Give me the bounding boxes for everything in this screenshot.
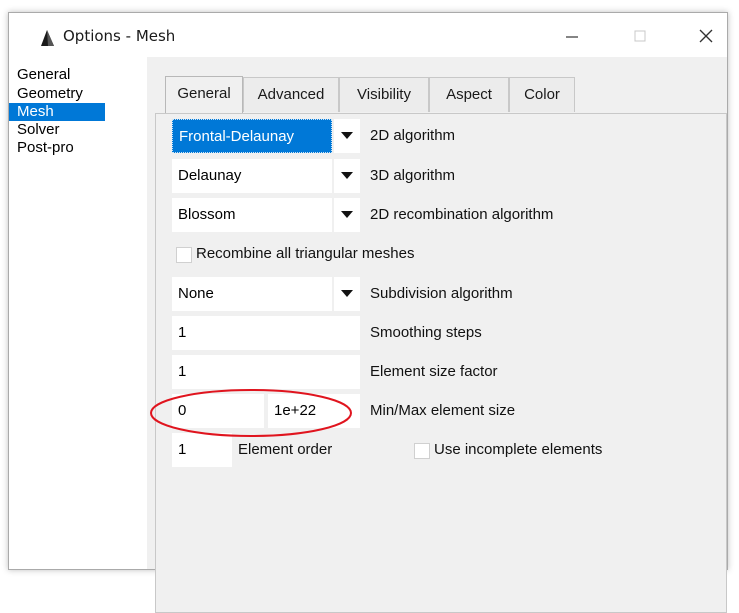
minimize-button[interactable] — [557, 23, 587, 49]
triangle-down-icon — [341, 290, 353, 297]
recombination-select[interactable]: Blossom — [172, 198, 360, 232]
maximize-button[interactable] — [625, 23, 655, 49]
element-order-input[interactable]: 1 — [172, 433, 232, 467]
sidebar-item-geometry[interactable]: Geometry — [9, 85, 105, 103]
algorithm-2d-select[interactable]: Frontal-Delaunay — [172, 119, 360, 153]
element-order-label: Element order — [238, 441, 333, 458]
tab-panel-general: Frontal-Delaunay 2D algorithm Delaunay 3… — [155, 113, 727, 613]
subdivision-select[interactable]: None — [172, 277, 360, 311]
dropdown-arrow[interactable] — [334, 198, 360, 232]
dropdown-arrow[interactable] — [334, 277, 360, 311]
close-icon — [699, 29, 713, 43]
subdivision-value: None — [172, 277, 332, 311]
triangle-down-icon — [341, 132, 353, 139]
triangle-down-icon — [341, 172, 353, 179]
dropdown-arrow[interactable] — [334, 159, 360, 193]
tab-aspect[interactable]: Aspect — [429, 77, 509, 112]
dropdown-arrow[interactable] — [334, 119, 360, 153]
window-content: General Geometry Mesh Solver Post-pro Ge… — [9, 57, 727, 613]
recombination-label: 2D recombination algorithm — [370, 206, 554, 223]
element-size-factor-input[interactable]: 1 — [172, 355, 360, 389]
window-title: Options - Mesh — [63, 27, 176, 45]
sidebar-item-post-pro[interactable]: Post-pro — [9, 139, 105, 157]
tab-advanced[interactable]: Advanced — [243, 77, 339, 112]
min-element-size-input[interactable]: 0 — [172, 394, 264, 428]
triangle-down-icon — [341, 211, 353, 218]
max-element-size-input[interactable]: 1e+22 — [268, 394, 360, 428]
recombination-value: Blossom — [172, 198, 332, 232]
recombine-all-label: Recombine all triangular meshes — [196, 245, 415, 262]
sidebar-item-general[interactable]: General — [9, 66, 105, 84]
tab-color[interactable]: Color — [509, 77, 575, 112]
use-incomplete-elements-label: Use incomplete elements — [434, 441, 603, 458]
smoothing-steps-input[interactable]: 1 — [172, 316, 360, 350]
title-bar[interactable]: Options - Mesh — [9, 13, 727, 57]
algorithm-3d-label: 3D algorithm — [370, 167, 456, 184]
smoothing-steps-label: Smoothing steps — [370, 324, 482, 341]
recombine-all-checkbox[interactable] — [176, 247, 192, 263]
minimize-icon — [566, 36, 578, 38]
close-button[interactable] — [691, 23, 721, 49]
gmsh-triangle-icon — [41, 30, 54, 46]
min-max-element-size-label: Min/Max element size — [370, 402, 516, 419]
algorithm-3d-select[interactable]: Delaunay — [172, 159, 360, 193]
element-size-factor-label: Element size factor — [370, 363, 498, 380]
sidebar-item-solver[interactable]: Solver — [9, 121, 105, 139]
category-tree: General Geometry Mesh Solver Post-pro — [9, 57, 147, 569]
tab-general[interactable]: General — [165, 76, 243, 113]
tab-visibility[interactable]: Visibility — [339, 77, 429, 112]
subdivision-label: Subdivision algorithm — [370, 285, 513, 302]
use-incomplete-elements-checkbox[interactable] — [414, 443, 430, 459]
algorithm-2d-label: 2D algorithm — [370, 127, 456, 144]
maximize-icon — [634, 30, 646, 42]
options-window: Options - Mesh General Geometry Mesh Sol… — [8, 12, 728, 613]
algorithm-3d-value: Delaunay — [172, 159, 332, 193]
sidebar-item-mesh[interactable]: Mesh — [9, 103, 105, 121]
algorithm-2d-value: Frontal-Delaunay — [172, 119, 332, 153]
